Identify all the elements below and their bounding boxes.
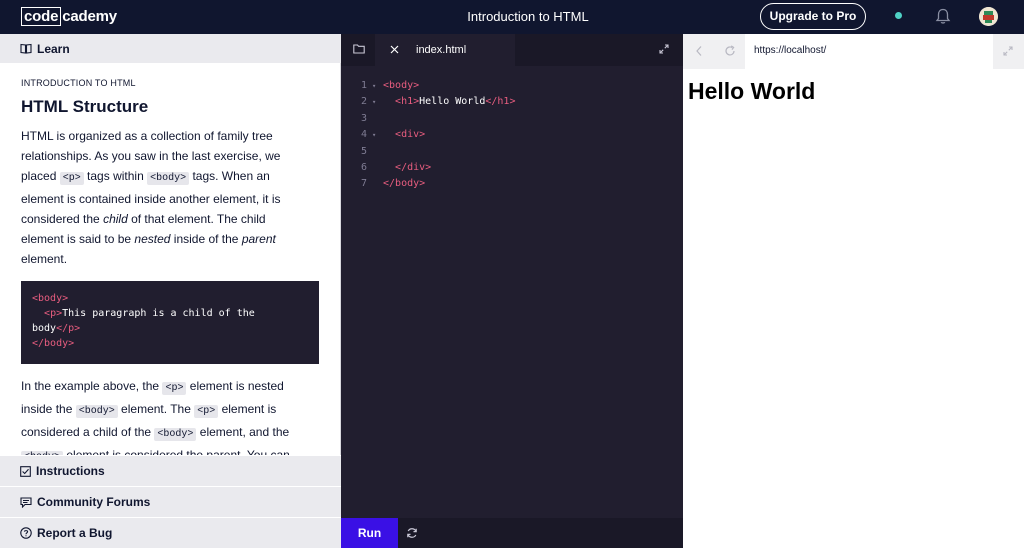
fold-arrow-icon[interactable]: ▾ (372, 78, 376, 94)
logo-cademy: cademy (62, 7, 117, 25)
code-line: 2 ▾ <h1>Hello World</h1> (341, 94, 683, 110)
folder-icon[interactable] (353, 44, 365, 54)
code-editor: index.html 1 ▾ <body> 2 ▾ <h1>Hello World<… (341, 34, 683, 548)
inline-code: <p> (59, 172, 84, 185)
browser-toolbar: https://localhost/ (683, 34, 1024, 69)
forums-label: Community Forums (37, 495, 151, 509)
book-icon (20, 43, 32, 54)
code-line: 3 (360, 112, 367, 124)
fold-arrow-icon[interactable]: ▾ (372, 127, 376, 143)
learn-panel: Learn INTRODUCTION TO HTML HTML Structur… (0, 34, 341, 548)
lesson-eyebrow: INTRODUCTION TO HTML (21, 78, 136, 88)
bell-icon[interactable] (935, 8, 951, 25)
user-avatar[interactable] (979, 7, 998, 26)
inline-code: <body> (154, 428, 197, 441)
preview-heading: Hello World (688, 78, 816, 104)
course-title: Introduction to HTML (467, 9, 589, 24)
back-arrow-icon[interactable] (695, 45, 703, 57)
inline-code: <body> (147, 172, 190, 185)
close-icon[interactable] (390, 45, 399, 54)
inline-code: <p> (162, 382, 187, 395)
upgrade-to-pro-button[interactable]: Upgrade to Pro (760, 3, 866, 30)
file-name: index.html (416, 44, 467, 56)
lesson-heading: HTML Structure (21, 97, 149, 116)
chat-icon (20, 496, 32, 508)
editor-footer: Run (341, 518, 683, 548)
preview-browser: https://localhost/ Hello World (683, 34, 1024, 548)
learn-tab-label: Learn (37, 41, 70, 56)
code-line: 1 ▾ <body> (341, 78, 683, 94)
file-tab-index[interactable]: index.html (375, 34, 515, 66)
question-icon (20, 527, 32, 539)
code-line: 5 (360, 145, 367, 157)
inline-code: <body> (75, 405, 118, 418)
code-example-block: <body> <p>This paragraph is a child of t… (21, 281, 319, 364)
refresh-icon[interactable] (406, 527, 418, 539)
learn-tab[interactable]: Learn (0, 34, 341, 63)
url-bar[interactable]: https://localhost/ (745, 34, 993, 69)
lesson-content: INTRODUCTION TO HTML HTML Structure HTML… (21, 78, 319, 468)
editor-header: index.html (341, 34, 683, 66)
bottom-tabs: Instructions Community Forums Report a B… (0, 455, 341, 548)
code-line: 6 </div> (360, 161, 432, 173)
code-area[interactable]: 1 ▾ <body> 2 ▾ <h1>Hello World</h1> 3 4 ▾ <… (341, 78, 683, 193)
url-text: https://localhost/ (754, 45, 827, 56)
tab-community-forums[interactable]: Community Forums (0, 486, 341, 517)
browser-expand-icon[interactable] (1003, 46, 1013, 56)
inline-code: <p> (194, 405, 219, 418)
reload-icon[interactable] (724, 45, 736, 57)
code-line: 4 ▾ <div> (341, 127, 683, 143)
code-line: 7 </body> (360, 178, 426, 190)
top-navbar: code cademy Introduction to HTML Upgrade … (0, 0, 1024, 34)
checkbox-icon (20, 465, 31, 477)
expand-icon[interactable] (659, 44, 669, 54)
tab-report-bug[interactable]: Report a Bug (0, 517, 341, 548)
status-dot (895, 12, 902, 19)
run-button[interactable]: Run (341, 518, 398, 548)
lesson-paragraph-1: HTML is organized as a collection of fam… (21, 129, 281, 266)
instructions-label: Instructions (36, 464, 105, 478)
tab-instructions[interactable]: Instructions (0, 455, 341, 486)
logo-code: code (21, 6, 62, 26)
codecademy-logo[interactable]: code cademy (21, 6, 117, 26)
report-bug-label: Report a Bug (37, 526, 113, 540)
fold-arrow-icon[interactable]: ▾ (372, 94, 376, 110)
